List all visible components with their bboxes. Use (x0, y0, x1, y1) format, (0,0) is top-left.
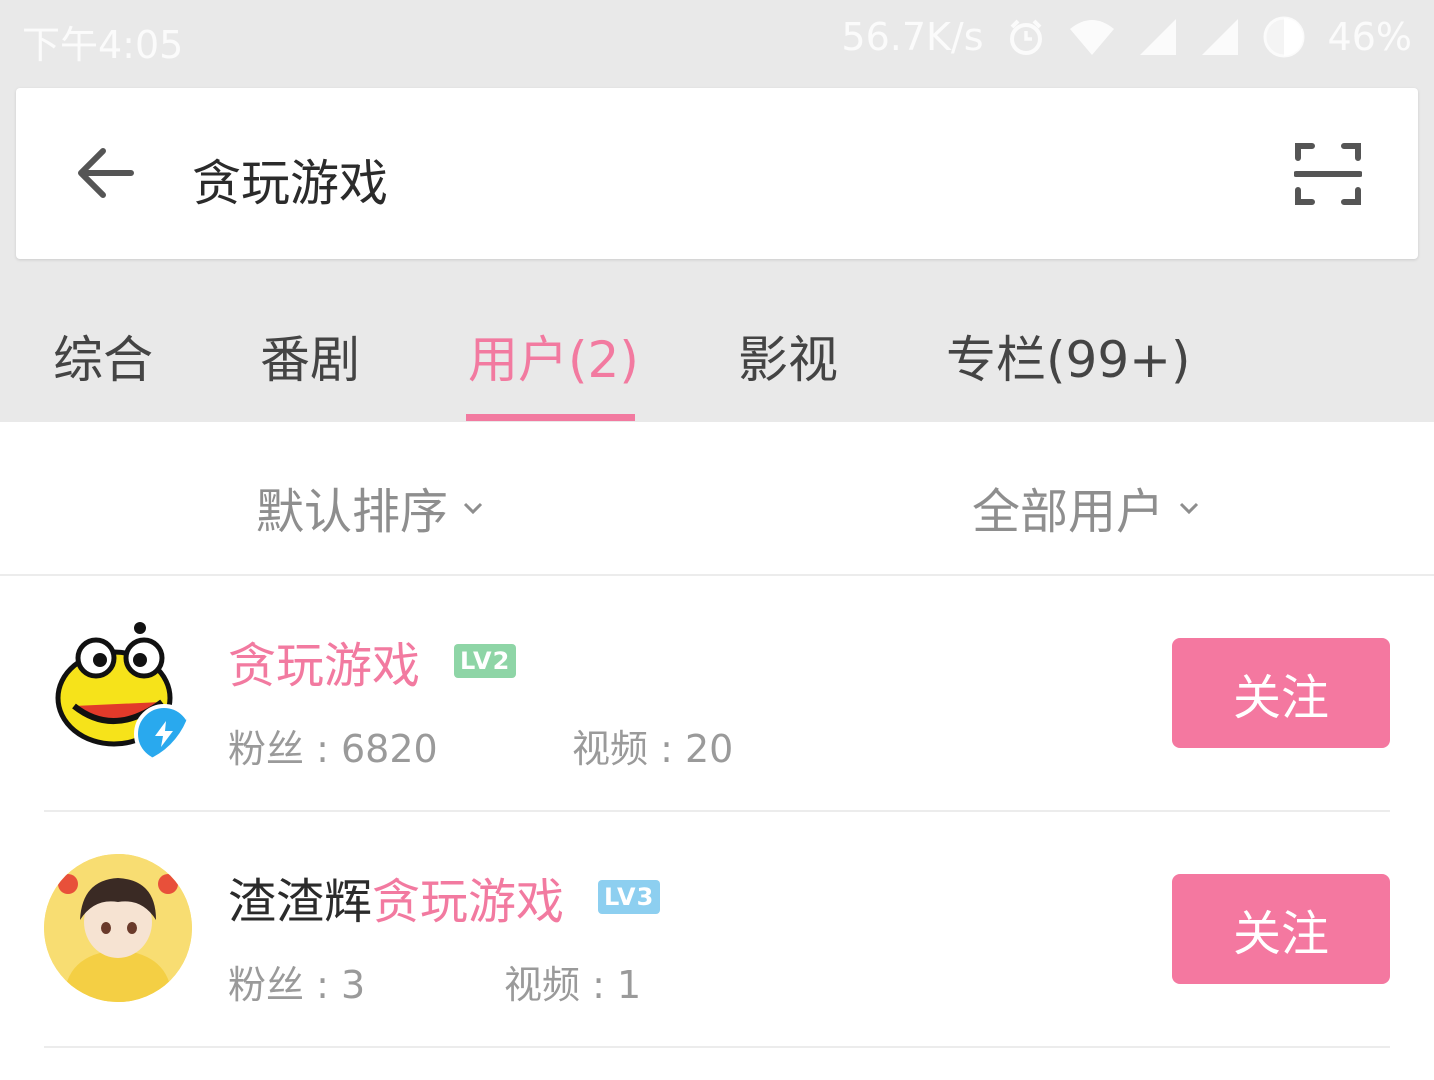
user-list-item[interactable]: 贪玩游戏 LV2 粉丝 : 6820 视频 : 20 关注 (44, 574, 1390, 812)
status-bar: 下午4:05 56.7K/s 46% (0, 0, 1434, 74)
signal-icon (1200, 17, 1240, 57)
search-tabs: 综合 番剧 用户(2) 影视 专栏(99+) (0, 300, 1434, 422)
user-name[interactable]: 渣渣辉 贪玩游戏 LV3 (228, 862, 661, 932)
follow-button[interactable]: 关注 (1172, 874, 1390, 984)
active-tab-indicator (466, 414, 635, 421)
user-type-dropdown-label: 全部用户 (972, 484, 1165, 540)
follow-button[interactable]: 关注 (1172, 638, 1390, 748)
chevron-down-icon (1178, 492, 1200, 522)
anime-boy-avatar-icon (44, 854, 192, 1002)
video-count: 视频 : 20 (572, 727, 734, 771)
user-name[interactable]: 贪玩游戏 LV2 (228, 626, 517, 696)
user-name-prefix: 渣渣辉 (228, 874, 373, 930)
user-name-highlight: 贪玩游戏 (228, 638, 421, 694)
search-bar: 贪玩游戏 (16, 88, 1418, 259)
tab-comprehensive[interactable]: 综合 (53, 320, 153, 392)
battery-icon (1262, 15, 1306, 59)
fans-count: 粉丝 : 6820 (228, 727, 438, 771)
filter-row: 默认排序 全部用户 (0, 422, 1434, 576)
video-count: 视频 : 1 (504, 963, 642, 1007)
status-time: 下午4:05 (22, 23, 184, 67)
status-indicators: 56.7K/s 46% (841, 14, 1412, 60)
tab-movies[interactable]: 影视 (738, 320, 838, 392)
sort-dropdown-label: 默认排序 (256, 484, 449, 540)
avatar[interactable] (44, 854, 192, 1002)
user-type-dropdown[interactable]: 全部用户 (972, 472, 1200, 542)
user-name-highlight: 贪玩游戏 (372, 874, 565, 930)
scan-icon[interactable] (1286, 132, 1370, 216)
sort-dropdown[interactable]: 默认排序 (256, 472, 484, 542)
tab-users[interactable]: 用户(2) (468, 320, 639, 392)
wifi-icon (1068, 17, 1116, 57)
tab-bangumi[interactable]: 番剧 (260, 320, 360, 392)
tab-articles[interactable]: 专栏(99+) (946, 320, 1191, 392)
fans-count: 粉丝 : 3 (228, 963, 366, 1007)
back-arrow-icon[interactable] (68, 136, 142, 210)
battery-level: 46% (1327, 15, 1412, 59)
signal-icon (1138, 17, 1178, 57)
avatar[interactable] (44, 618, 192, 766)
net-speed: 56.7K/s (841, 15, 984, 59)
search-input[interactable]: 贪玩游戏 (192, 144, 388, 215)
chevron-down-icon (462, 492, 484, 522)
level-badge: LV3 (598, 880, 661, 914)
verified-badge-icon (134, 704, 192, 764)
alarm-icon (1006, 17, 1046, 57)
level-badge: LV2 (454, 644, 517, 678)
user-list-item[interactable]: 渣渣辉 贪玩游戏 LV3 粉丝 : 3 视频 : 1 关注 (44, 810, 1390, 1048)
